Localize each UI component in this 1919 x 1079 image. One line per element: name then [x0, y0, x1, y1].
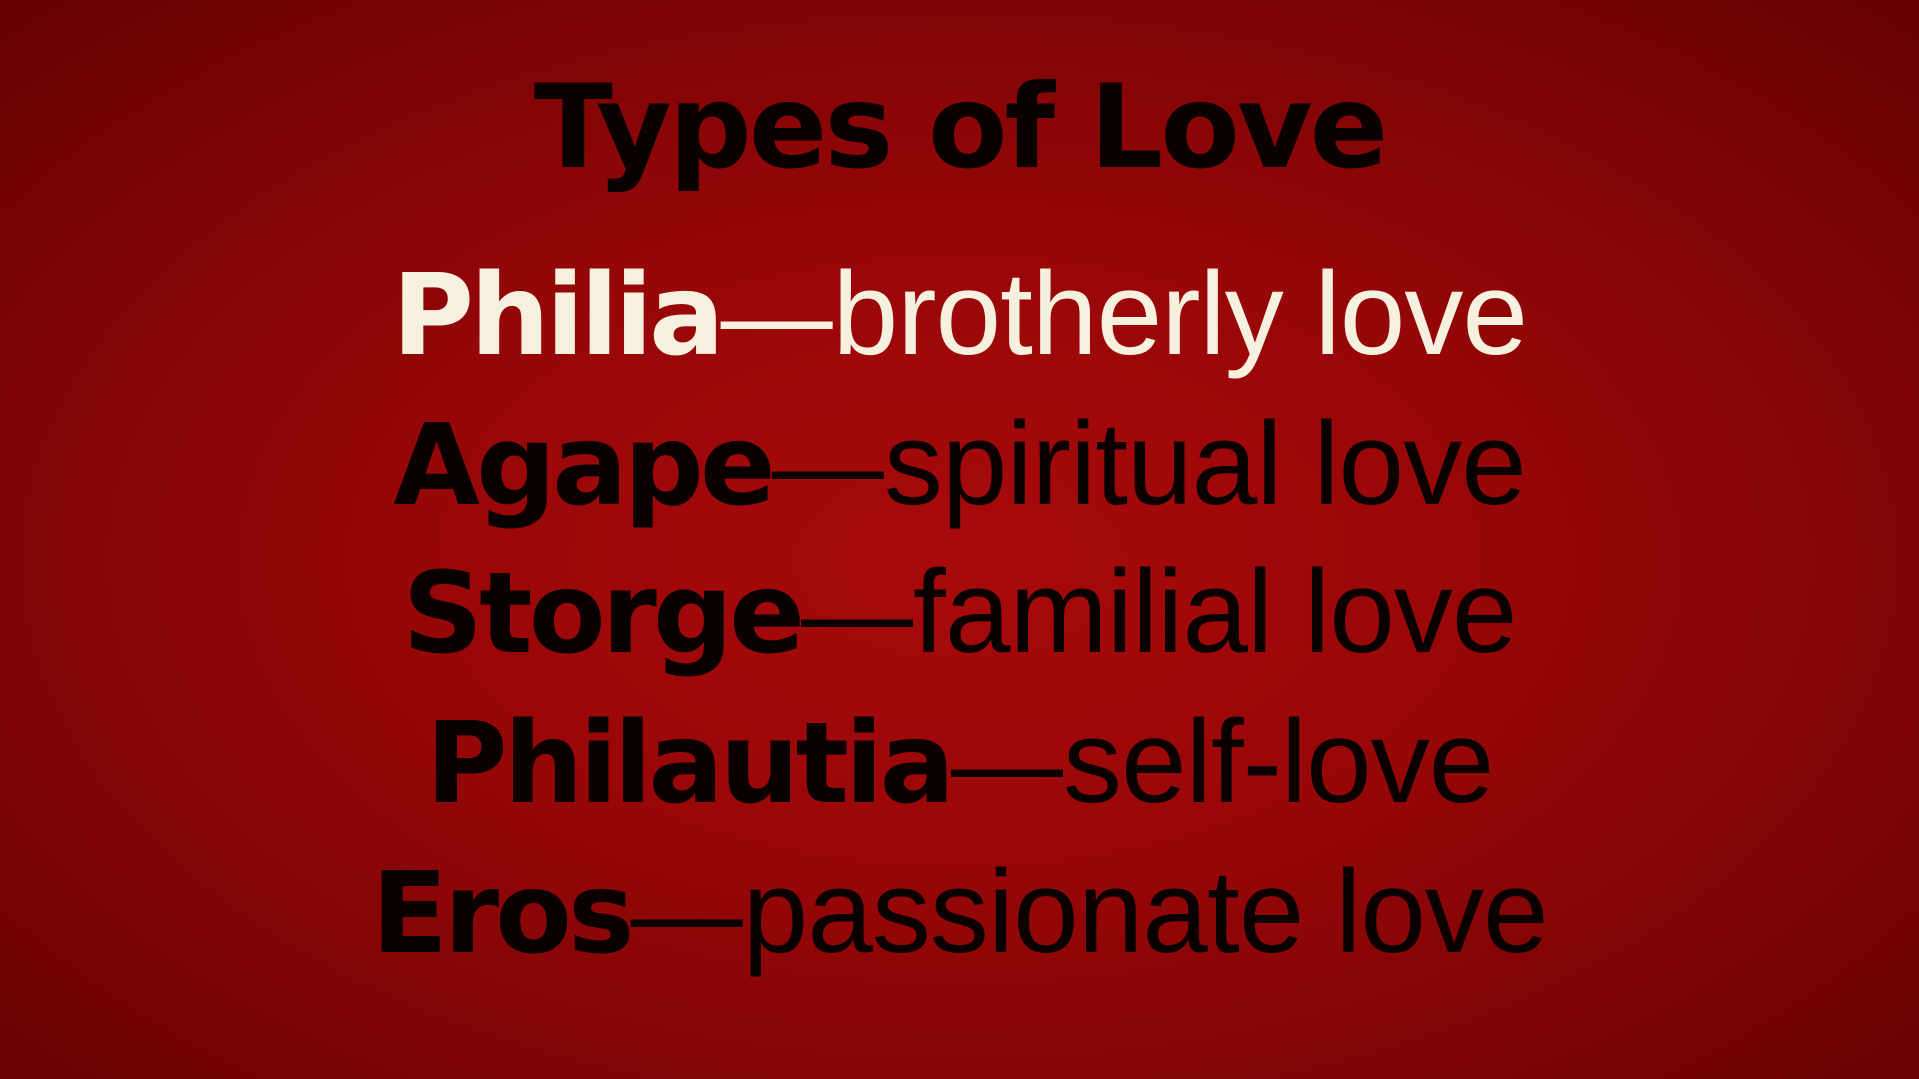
slide-title: Types of Love [533, 60, 1389, 195]
term: Agape [393, 401, 776, 531]
separator: — [630, 851, 743, 976]
description: self-love [1063, 696, 1494, 828]
term: Eros [371, 849, 634, 979]
description: familial love [913, 546, 1517, 678]
separator: — [951, 701, 1064, 826]
love-type-philautia: Philautia—self-love [0, 703, 1919, 821]
term: Philia [392, 251, 725, 381]
slide: Types of Love Philia—brotherly love Agap… [0, 0, 1919, 1079]
separator: — [771, 403, 884, 528]
separator: — [720, 253, 833, 378]
love-type-agape: Agape—spiritual love [0, 405, 1919, 523]
love-type-storge: Storge—familial love [0, 553, 1919, 671]
love-type-eros: Eros—passionate love [0, 853, 1919, 971]
separator: — [801, 551, 914, 676]
term: Philautia [425, 699, 955, 829]
description: brotherly love [832, 248, 1528, 380]
description: spiritual love [883, 398, 1527, 530]
love-type-philia: Philia—brotherly love [0, 255, 1919, 373]
description: passionate love [742, 846, 1549, 978]
term: Storge [402, 549, 806, 679]
